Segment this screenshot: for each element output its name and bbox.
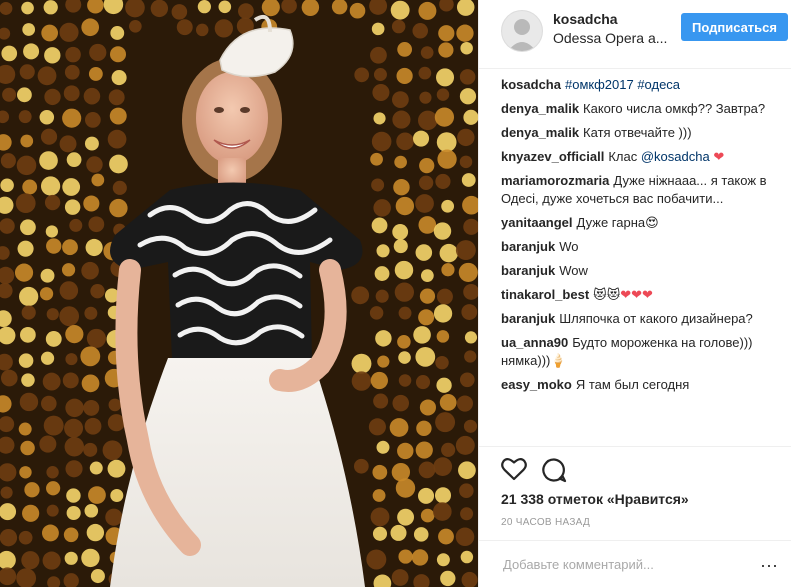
photo-figure bbox=[0, 0, 478, 587]
post-actions: 21 338 отметок «Нравится» 20 ЧАСОВ НАЗАД bbox=[479, 446, 791, 547]
instagram-post-modal: kosadcha Odessa Opera a... Подписаться k… bbox=[0, 0, 791, 587]
comment-username[interactable]: baranjuk bbox=[501, 311, 555, 326]
comment-username[interactable]: easy_moko bbox=[501, 377, 572, 392]
comment-username[interactable]: knyazev_officiall bbox=[501, 149, 604, 164]
comment-text: Шляпочка от какого дизайнера? bbox=[559, 311, 753, 326]
comment-item: kosadcha #омкф2017 #одеса bbox=[501, 76, 785, 94]
comment-item: denya_malik Катя отвечайте ))) bbox=[501, 124, 785, 142]
comment-item: ua_anna90 Будто мороженка на голове))) ня… bbox=[501, 334, 785, 370]
comment-text: 😻😻 bbox=[593, 287, 621, 302]
comment-username[interactable]: denya_malik bbox=[501, 101, 579, 116]
hashtag-link[interactable]: #одеса bbox=[637, 77, 680, 92]
comment-text: Wow bbox=[559, 263, 588, 278]
post-timestamp[interactable]: 20 ЧАСОВ НАЗАД bbox=[501, 517, 590, 528]
heart-emoji: ❤❤❤ bbox=[620, 287, 653, 302]
heart-icon[interactable] bbox=[501, 457, 527, 481]
comment-item: knyazev_officiall Клас @kosadcha ❤ bbox=[501, 148, 785, 166]
likes-count[interactable]: 21 338 отметок «Нравится» bbox=[501, 491, 689, 507]
comment-item: denya_malik Какого числа омкф?? Завтра? bbox=[501, 100, 785, 118]
comment-item: easy_moko Я там был сегодня bbox=[501, 376, 785, 394]
comment-item: baranjuk Wow bbox=[501, 262, 785, 280]
more-options-icon[interactable]: ··· bbox=[760, 555, 778, 576]
comment-text: Клас bbox=[608, 149, 641, 164]
comment-text: Я там был сегодня bbox=[575, 377, 690, 392]
comment-input[interactable] bbox=[501, 553, 775, 575]
hashtag-link[interactable]: #омкф2017 bbox=[565, 77, 634, 92]
comment-item: tinakarol_best 😻😻❤❤❤ bbox=[501, 286, 785, 304]
mention-link[interactable]: @kosadcha bbox=[641, 149, 710, 164]
comment-username[interactable]: baranjuk bbox=[501, 263, 555, 278]
add-comment-bar: ··· bbox=[479, 540, 791, 588]
comment-text: Дуже гарна😍 bbox=[576, 215, 659, 230]
post-photo[interactable] bbox=[0, 0, 478, 587]
comment-text: Wo bbox=[559, 239, 579, 254]
follow-button[interactable]: Подписаться bbox=[681, 13, 788, 41]
comment-username[interactable]: tinakarol_best bbox=[501, 287, 589, 302]
post-location[interactable]: Odessa Opera a... bbox=[553, 30, 667, 46]
comment-username[interactable]: denya_malik bbox=[501, 125, 579, 140]
comment-username[interactable]: baranjuk bbox=[501, 239, 555, 254]
comment-text: Какого числа омкф?? Завтра? bbox=[583, 101, 766, 116]
comment-item: baranjuk Wo bbox=[501, 238, 785, 256]
post-username[interactable]: kosadcha bbox=[553, 11, 618, 27]
post-header: kosadcha Odessa Opera a... Подписаться bbox=[479, 0, 791, 69]
comment-username[interactable]: mariamorozmaria bbox=[501, 173, 609, 188]
avatar[interactable] bbox=[501, 10, 543, 52]
comment-item: baranjuk Шляпочка от какого дизайнера? bbox=[501, 310, 785, 328]
comments-list[interactable]: kosadcha #омкф2017 #одеса denya_malik Каког… bbox=[501, 76, 785, 444]
comment-icon[interactable] bbox=[541, 457, 567, 483]
heart-emoji: ❤ bbox=[713, 149, 725, 164]
comment-username[interactable]: ua_anna90 bbox=[501, 335, 568, 350]
comment-username[interactable]: kosadcha bbox=[501, 77, 561, 92]
comment-username[interactable]: yanitaangel bbox=[501, 215, 573, 230]
comment-item: mariamorozmaria Дуже ніжнааа... я також в… bbox=[501, 172, 785, 208]
comment-text: Катя отвечайте ))) bbox=[583, 125, 692, 140]
comment-item: yanitaangel Дуже гарна😍 bbox=[501, 214, 785, 232]
avatar-image bbox=[502, 11, 542, 51]
post-side-panel: kosadcha Odessa Opera a... Подписаться k… bbox=[478, 0, 791, 587]
